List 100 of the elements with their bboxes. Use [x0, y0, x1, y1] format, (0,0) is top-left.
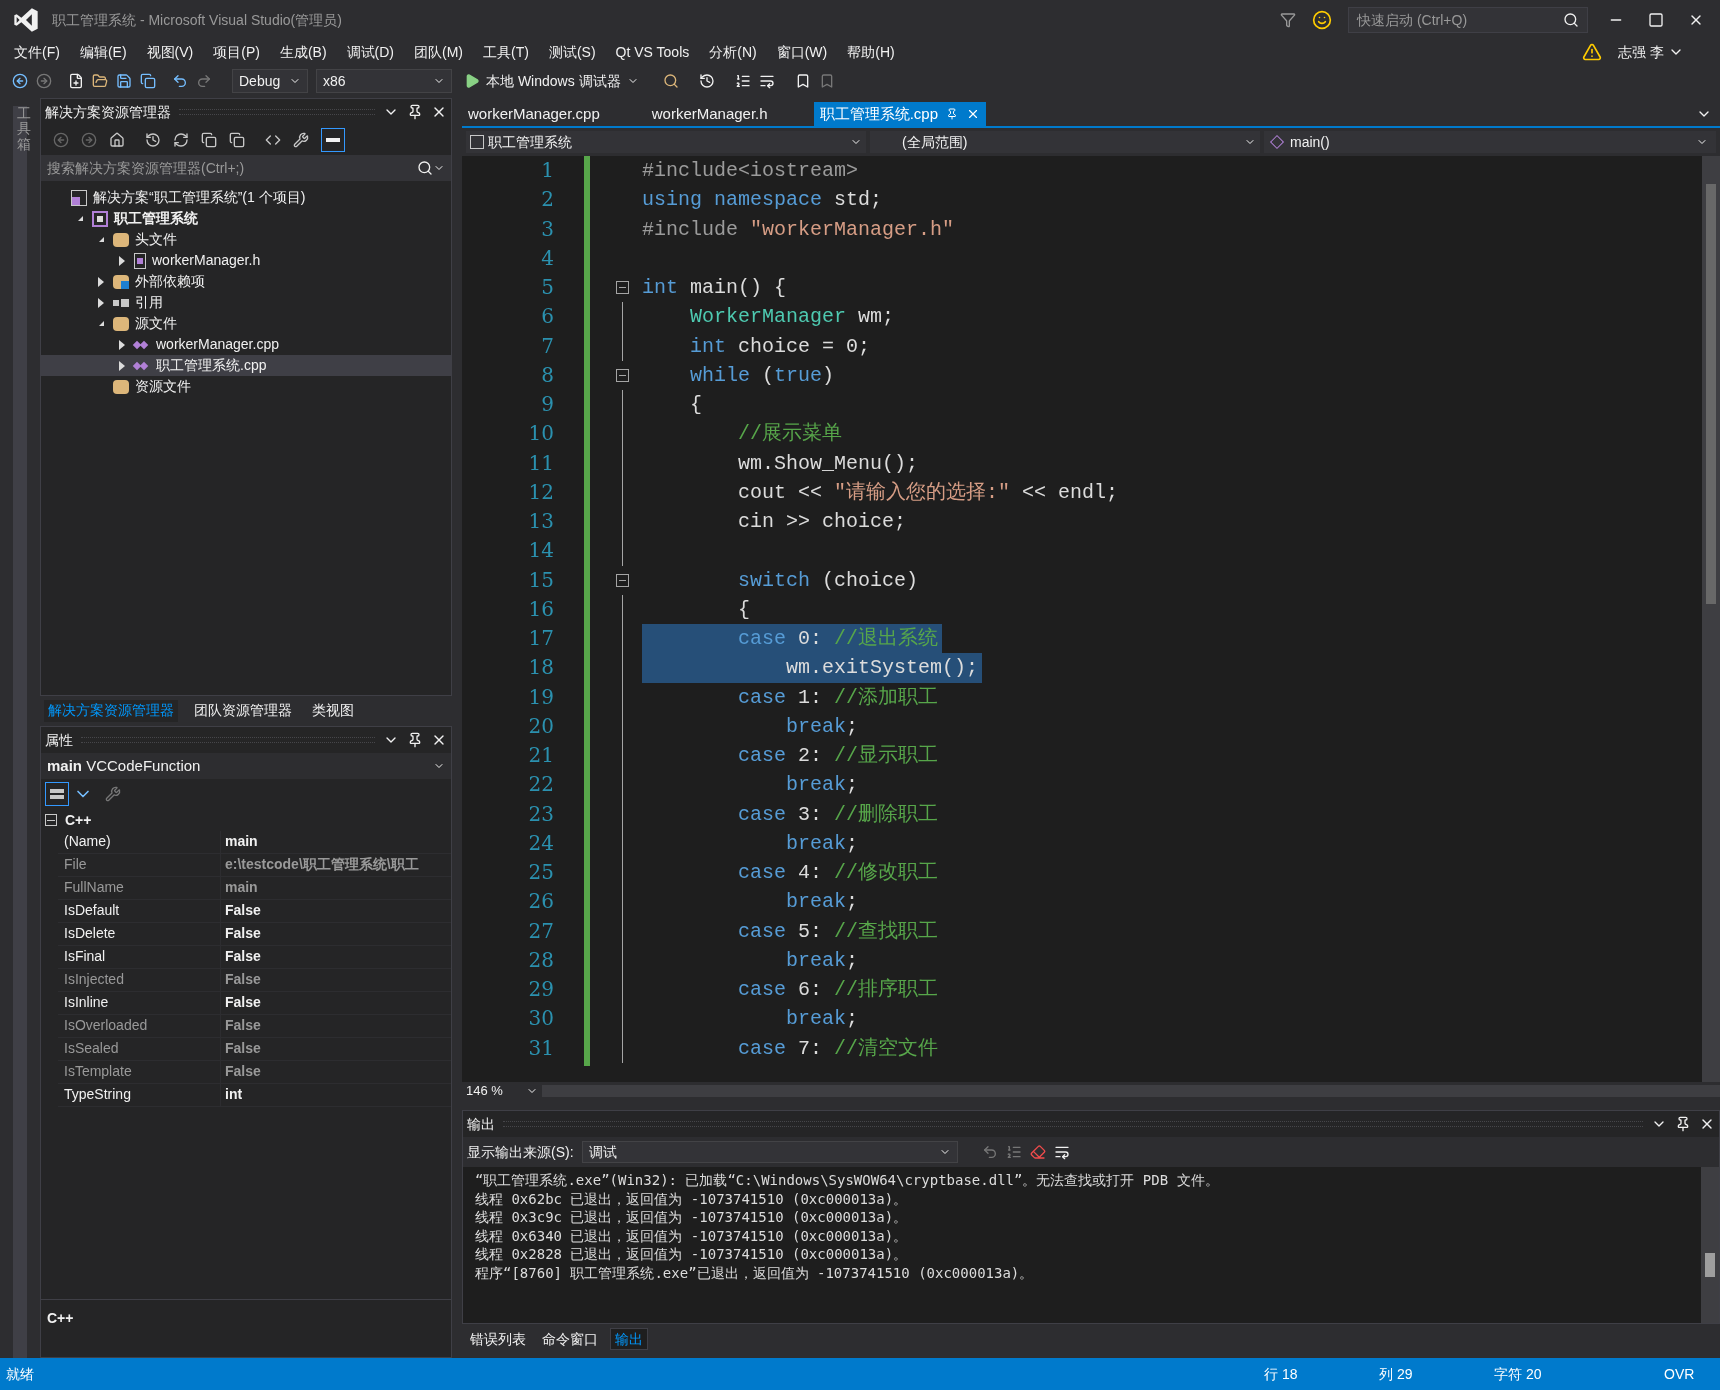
- solution-icon: [71, 189, 87, 206]
- tree-item[interactable]: 头文件: [41, 229, 451, 250]
- forward-icon[interactable]: [36, 73, 52, 89]
- menu-item[interactable]: 团队(M): [404, 41, 473, 63]
- menu-item[interactable]: 工具(T): [473, 41, 539, 63]
- previous-icon[interactable]: [981, 1144, 998, 1160]
- line-number: 24: [528, 829, 554, 857]
- menu-item[interactable]: 调试(D): [336, 41, 404, 63]
- play-icon: [464, 73, 480, 89]
- pin-icon[interactable]: [1675, 1116, 1691, 1132]
- panel-tab[interactable]: 解决方案资源管理器: [44, 700, 178, 722]
- tree-item[interactable]: workerManager.cpp: [41, 334, 451, 355]
- menu-item[interactable]: 编辑(E): [69, 41, 137, 63]
- source-dropdown[interactable]: 调试: [581, 1141, 958, 1163]
- tree-item[interactable]: workerManager.h: [41, 250, 451, 271]
- line-number: 16: [528, 595, 554, 623]
- collapse-icon[interactable]: [45, 814, 57, 826]
- fold-toggle[interactable]: [616, 281, 629, 295]
- tool-window-tab[interactable]: 错误列表: [466, 1328, 530, 1350]
- app-logo: [12, 6, 40, 34]
- fold-toggle[interactable]: [616, 573, 629, 587]
- tree-item[interactable]: 源文件: [41, 313, 451, 334]
- folder-icon: [113, 379, 129, 394]
- quick-launch-field[interactable]: 快速启动 (Ctrl+Q): [1348, 7, 1588, 33]
- project-dropdown[interactable]: 职工管理系统: [466, 131, 866, 153]
- menu-item[interactable]: 帮助(H): [837, 41, 905, 63]
- object-dropdown[interactable]: main VCCodeFunction: [41, 753, 451, 779]
- start-debugging-button[interactable]: 本地 Windows 调试器: [460, 70, 643, 92]
- menu-item[interactable]: Qt VS Tools: [605, 41, 700, 63]
- line-number: 15: [528, 566, 554, 594]
- find-icon[interactable]: [662, 73, 679, 89]
- zoom-dropdown[interactable]: 146 %: [462, 1081, 542, 1101]
- property-value: False: [224, 1062, 262, 1081]
- menu-item[interactable]: 分析(N): [699, 41, 767, 63]
- home-icon[interactable]: [109, 132, 125, 148]
- line-number: 26: [528, 888, 554, 916]
- reference-icon: [113, 298, 129, 307]
- categorized-icon[interactable]: [45, 782, 69, 806]
- redo-icon[interactable]: [196, 73, 212, 89]
- property-name: IsInjected: [58, 969, 221, 991]
- tree-item[interactable]: 解决方案“职工管理系统”(1 个项目): [41, 187, 451, 208]
- code-icon[interactable]: [265, 132, 281, 148]
- configuration-dropdown[interactable]: Debug: [232, 69, 308, 93]
- warning-icon[interactable]: [1582, 42, 1603, 62]
- pending-changes-icon[interactable]: [145, 132, 161, 148]
- code-line: while (true): [689, 362, 836, 389]
- new-file-icon[interactable]: [68, 73, 84, 89]
- editor-tab[interactable]: workerManager.h: [645, 102, 774, 126]
- pin-icon[interactable]: [407, 104, 423, 120]
- output-line: 线程 0x3c9c 已退出，返回值为 -1073741510 (0xc000013a)。: [475, 1208, 909, 1227]
- user-name[interactable]: 志强 李: [1618, 41, 1664, 63]
- vertical-scrollbar[interactable]: [1702, 156, 1720, 1082]
- menu-item[interactable]: 生成(B): [269, 41, 337, 63]
- save-icon[interactable]: [116, 73, 132, 89]
- line-number: 22: [528, 771, 554, 799]
- tree-item[interactable]: 外部依赖项: [41, 271, 451, 292]
- properties-icon[interactable]: [293, 132, 309, 148]
- line-number: 12: [528, 478, 554, 506]
- menu-item[interactable]: 项目(P): [203, 41, 270, 63]
- smiley-icon[interactable]: [1312, 10, 1332, 30]
- panel-tab[interactable]: 团队资源管理器: [190, 700, 296, 722]
- sync-icon[interactable]: [173, 132, 189, 148]
- open-folder-icon[interactable]: [92, 73, 108, 89]
- maximize-icon[interactable]: [1648, 12, 1664, 28]
- clear-all-icon[interactable]: [1029, 1144, 1046, 1160]
- tree-item[interactable]: 资源文件: [41, 376, 451, 397]
- back-icon[interactable]: [12, 73, 28, 89]
- property-value: False: [224, 947, 262, 966]
- platform-dropdown[interactable]: x86: [316, 69, 452, 93]
- file-icon: [134, 252, 146, 269]
- member-dropdown[interactable]: main(): [1264, 131, 1716, 153]
- line-number: 27: [528, 917, 554, 945]
- preview-toggle[interactable]: [321, 128, 345, 152]
- panel-tab[interactable]: 类视图: [308, 700, 358, 722]
- menu-item[interactable]: 视图(V): [136, 41, 204, 63]
- editor-tab[interactable]: workerManager.cpp: [462, 102, 606, 126]
- forward-icon[interactable]: [81, 132, 97, 148]
- tree-item[interactable]: 职工管理系统: [41, 208, 451, 229]
- property-name: IsTemplate: [58, 1061, 221, 1083]
- undo-icon[interactable]: [172, 73, 188, 89]
- vertical-scrollbar[interactable]: [1701, 1167, 1719, 1323]
- pin-icon[interactable]: [407, 732, 423, 748]
- property-name: FullName: [58, 877, 221, 899]
- menu-item[interactable]: 窗口(W): [766, 41, 838, 63]
- tree-item[interactable]: 职工管理系统.cpp: [41, 355, 451, 376]
- line-number: 11: [528, 449, 554, 477]
- fold-toggle[interactable]: [616, 368, 629, 382]
- list-icon[interactable]: [1005, 1144, 1022, 1160]
- menu-item[interactable]: 文件(F): [4, 41, 70, 63]
- search-field[interactable]: 搜索解决方案资源管理器(Ctrl+;): [41, 155, 451, 181]
- filter-icon[interactable]: [1280, 12, 1296, 28]
- wrench-icon[interactable]: [105, 786, 121, 802]
- tool-window-tab[interactable]: 命令窗口: [538, 1328, 602, 1350]
- column-indicator: 列 29: [1379, 1364, 1414, 1384]
- menu-item[interactable]: 测试(S): [538, 41, 606, 63]
- word-wrap-icon[interactable]: [1053, 1144, 1070, 1160]
- scope-dropdown[interactable]: (全局范围): [870, 131, 1260, 153]
- tree-item[interactable]: 引用: [41, 292, 451, 313]
- code-line: break;: [785, 713, 860, 740]
- tool-window-tab[interactable]: 输出: [610, 1328, 648, 1350]
